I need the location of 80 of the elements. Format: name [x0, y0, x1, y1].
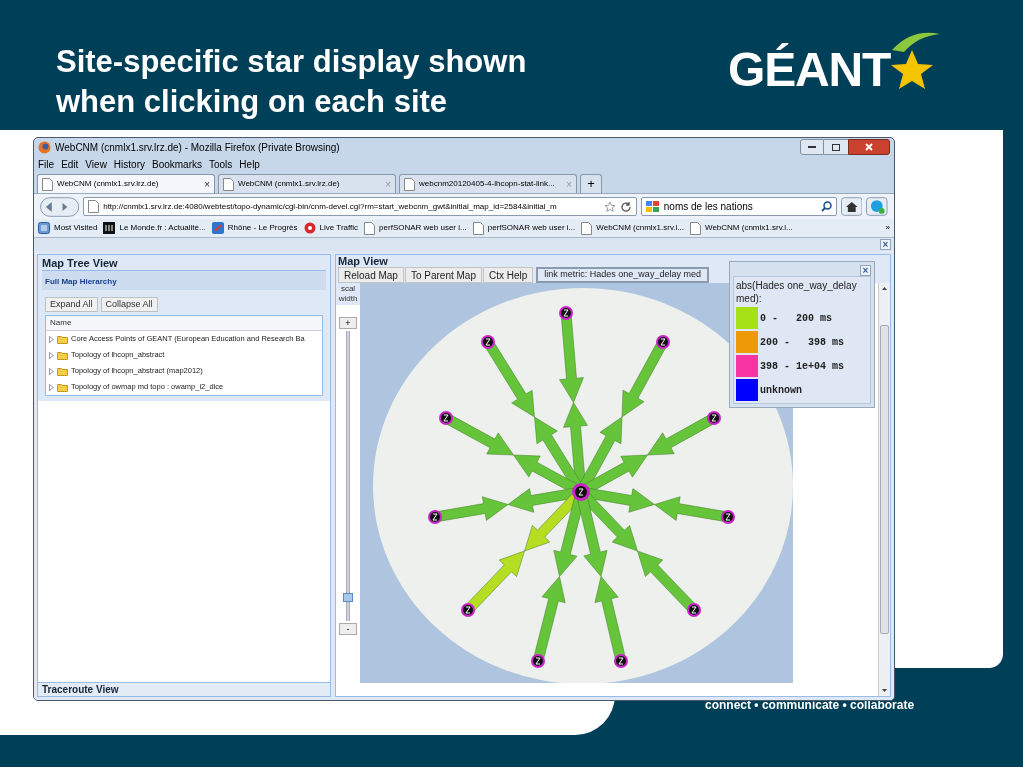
- bookmark-item[interactable]: Live Traffic: [303, 222, 359, 234]
- bookmark-item[interactable]: Rhône - Le Progrès: [211, 222, 298, 234]
- column-header: Name: [50, 317, 72, 329]
- close-button[interactable]: [848, 139, 890, 155]
- tree-action-button[interactable]: Expand All: [45, 297, 98, 312]
- zoom-slider-thumb[interactable]: [343, 592, 353, 602]
- legend-label: 398 - 1e+04 ms: [760, 359, 844, 374]
- search-field[interactable]: noms de les nations: [640, 197, 837, 216]
- panel-title: Map View: [338, 255, 389, 267]
- tagline: connect • communicate • collaborate: [705, 697, 915, 714]
- back-forward-icon[interactable]: [40, 196, 80, 217]
- menu-item[interactable]: Help: [239, 157, 260, 172]
- legend-label: 200 - 398 ms: [760, 335, 844, 350]
- page-icon: [42, 177, 53, 191]
- folder-icon: [57, 366, 68, 376]
- scrollbar[interactable]: [878, 283, 890, 696]
- maximize-icon: [832, 143, 840, 151]
- panel-title: Traceroute View: [42, 683, 119, 697]
- maximize-button[interactable]: [824, 139, 848, 155]
- slide-title: Site-specific star display shown: [56, 43, 527, 81]
- browser-tab[interactable]: WebCNM (cnmlx1.srv.lrz.de) ×: [218, 174, 396, 193]
- page-icon: [364, 221, 376, 235]
- home-icon[interactable]: [840, 197, 863, 216]
- bookmark-item[interactable]: Le Monde.fr : Actualité...: [103, 222, 206, 234]
- new-tab-button[interactable]: +: [580, 174, 602, 193]
- slide-title: when clicking on each site: [56, 83, 449, 121]
- page-icon: [472, 221, 484, 235]
- folder-icon: [57, 350, 68, 360]
- zoom-in-button[interactable]: +: [339, 317, 357, 329]
- tree-action-button[interactable]: Collapse All: [100, 297, 158, 312]
- scale-label: scal: [340, 284, 356, 294]
- close-panel-button[interactable]: ×: [880, 239, 891, 250]
- zoom-out-button[interactable]: -: [339, 623, 357, 635]
- page-icon: [223, 177, 234, 191]
- address-field[interactable]: http://cnmlx1.srv.lrz.de:4080/webtest/topo-dynamic/cgi-bin/cnm-devel.cgi?rm=start_webcnm_gwt&initial_map_id=2584&initial_m: [83, 197, 637, 216]
- page-icon: [404, 177, 415, 191]
- browser-tab[interactable]: WebCNM (cnmlx1.srv.lrz.de) ×: [37, 174, 215, 193]
- folder-icon: [57, 334, 68, 344]
- bookmark-list-icon: [38, 222, 50, 234]
- page-icon: [581, 221, 593, 235]
- legend-label: unknown: [760, 383, 802, 398]
- page-icon: [88, 200, 100, 213]
- badge-icon: [211, 222, 224, 234]
- reload-icon[interactable]: [619, 200, 632, 213]
- menu-item[interactable]: View: [85, 157, 107, 172]
- browser-tab[interactable]: webcnm20120405-4-lhcopn-stat-link... ×: [399, 174, 577, 193]
- section-title: Full Map Hierarchy: [45, 277, 117, 286]
- bookmark-item[interactable]: perfSONAR web user i...: [364, 221, 467, 235]
- close-icon: [865, 143, 873, 151]
- star-icon[interactable]: [603, 200, 616, 213]
- legend-title: abs(Hades one_way_delay med):: [736, 279, 858, 305]
- traffic-icon: [303, 222, 316, 234]
- more-bookmarks-button[interactable]: »: [885, 222, 890, 234]
- window-title: WebCNM (cnmlx1.srv.lrz.de) - Mozilla Firefox (Private Browsing): [55, 140, 340, 155]
- toolbar-button[interactable]: Reload Map: [338, 267, 404, 283]
- legend-label: 0 - 200 ms: [760, 311, 832, 326]
- menu-item[interactable]: File: [38, 157, 55, 172]
- menu-item[interactable]: Tools: [209, 157, 233, 172]
- tab-close-button[interactable]: ×: [204, 176, 210, 192]
- bookmark-item[interactable]: Most Visited: [38, 222, 98, 234]
- metric-label: link metric: Hades one_way_delay med: [536, 267, 709, 283]
- minimize-icon: [808, 145, 816, 149]
- search-icon[interactable]: [820, 201, 832, 212]
- zoom-slider-track[interactable]: [346, 331, 350, 621]
- toolbar-button[interactable]: To Parent Map: [404, 267, 482, 283]
- page-icon: [690, 221, 701, 235]
- folder-icon: [57, 382, 68, 392]
- bookmark-item[interactable]: perfSONAR web user i...: [472, 221, 576, 235]
- menu-item[interactable]: History: [113, 157, 145, 172]
- search-engine-icon: [645, 200, 660, 213]
- minimize-button[interactable]: [800, 139, 824, 155]
- browser-logo-icon: [38, 140, 51, 154]
- bookmark-item[interactable]: WebCNM (cnmlx1.srv.l...: [690, 221, 793, 235]
- toolbar-button[interactable]: Ctx Help: [482, 267, 534, 283]
- panel-title: Map Tree View: [42, 257, 119, 269]
- menu-item[interactable]: Bookmarks: [152, 157, 202, 172]
- bookmark-item[interactable]: WebCNM (cnmlx1.srv.l...: [581, 221, 684, 235]
- scale-label: width: [338, 294, 358, 304]
- newspaper-icon: [103, 222, 116, 234]
- menu-item[interactable]: Edit: [61, 157, 79, 172]
